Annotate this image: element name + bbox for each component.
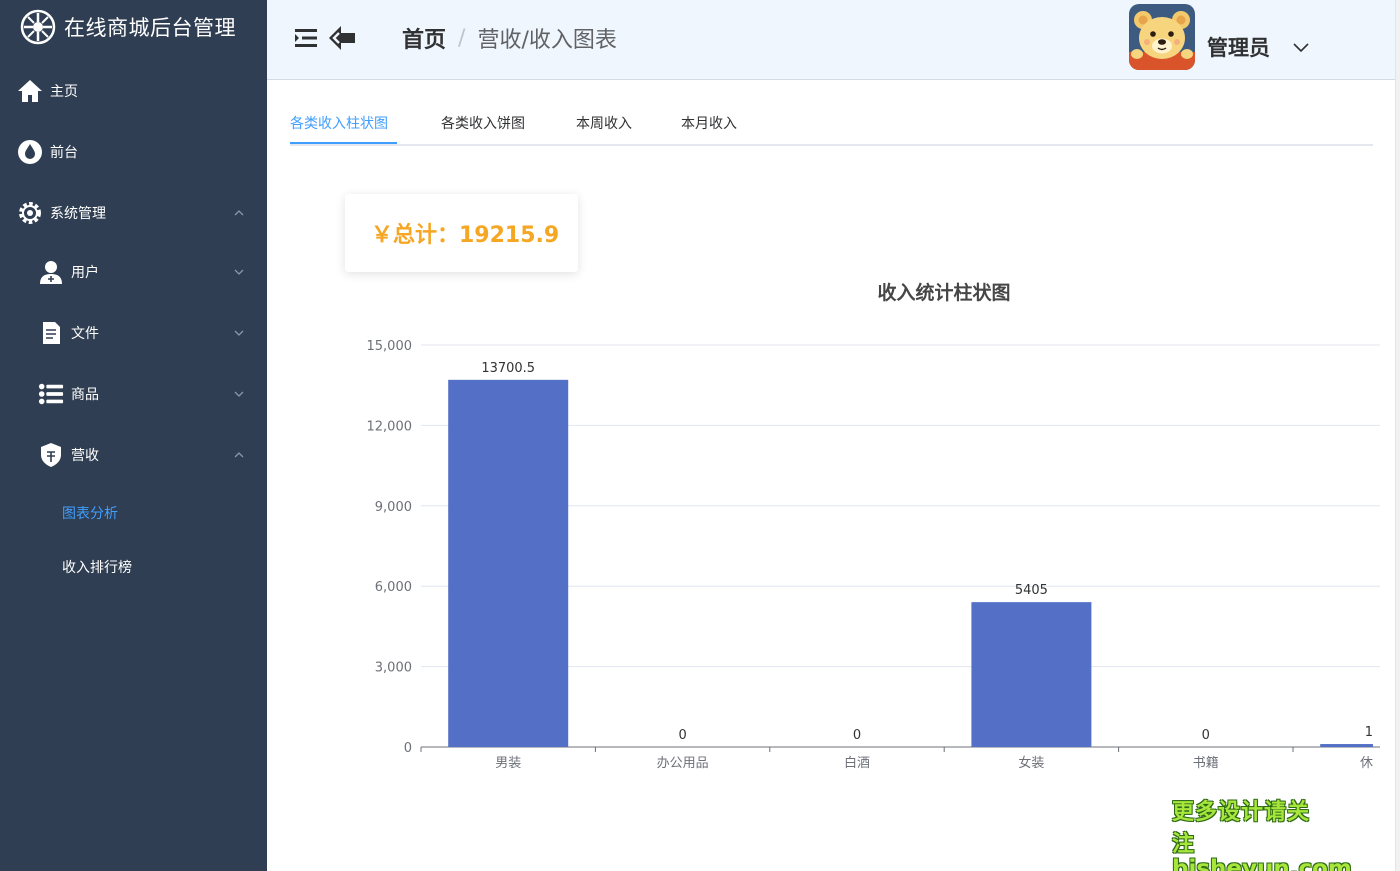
y-tick-label: 3,000	[375, 661, 412, 676]
app-logo[interactable]: 在线商城后台管理	[20, 8, 236, 46]
x-tick-label: 女装	[1018, 755, 1044, 771]
sidebar-item-user[interactable]: 用户	[0, 245, 267, 299]
sidebar-item-revenue[interactable]: 营收	[0, 428, 267, 482]
total-income-value: ￥总计：19215.9	[371, 223, 560, 248]
y-tick-label: 12,000	[367, 419, 413, 434]
sidebar-item-frontend[interactable]: 前台	[0, 125, 267, 179]
back-arrow-icon[interactable]	[327, 22, 359, 54]
watermark: 更多设计请关注 bisheyun.com	[1172, 794, 1352, 871]
sidebar: 在线商城后台管理 主页 前台 系统管理 用户 文件 商品 营收 图表分析 收入排…	[0, 0, 267, 871]
settings-gear-icon	[17, 200, 43, 226]
tab-pie-chart[interactable]: 各类收入饼图	[441, 108, 525, 144]
home-icon	[17, 78, 43, 104]
tab-week-income[interactable]: 本周收入	[576, 108, 632, 144]
page-scrollbar[interactable]	[1395, 0, 1400, 871]
chevron-down-icon	[234, 391, 244, 397]
bar-value-label: 1	[1365, 725, 1373, 740]
sidebar-item-system[interactable]: 系统管理	[0, 186, 267, 240]
x-tick-label: 休	[1360, 756, 1373, 771]
document-icon	[38, 320, 64, 346]
sidebar-item-home[interactable]: 主页	[0, 64, 267, 118]
sidebar-item-label: 营收	[71, 448, 99, 464]
bar-value-label: 0	[678, 728, 686, 743]
user-icon	[38, 259, 64, 285]
bar-value-label: 0	[1202, 728, 1210, 743]
breadcrumb-current: 营收/收入图表	[477, 28, 617, 53]
y-tick-label: 9,000	[375, 500, 412, 515]
bar	[448, 379, 569, 747]
breadcrumb: 首页 / 营收/收入图表	[402, 18, 617, 58]
sidebar-item-goods[interactable]: 商品	[0, 367, 267, 421]
chevron-down-icon[interactable]	[1291, 40, 1311, 54]
x-tick-label: 白酒	[844, 755, 870, 771]
income-bar-chart: 收入统计柱状图 0 3,000 6,000 9,000 12,000 15,000 13700…	[367, 281, 1380, 771]
menu-fold-icon[interactable]	[291, 22, 323, 54]
chevron-down-icon	[234, 330, 244, 336]
breadcrumb-home[interactable]: 首页	[402, 22, 446, 54]
list-icon	[38, 381, 64, 407]
y-tick-label: 15,000	[367, 339, 413, 354]
x-tick-label: 书籍	[1193, 755, 1219, 771]
app-title: 在线商城后台管理	[64, 16, 236, 40]
y-tick-label: 0	[404, 741, 412, 756]
bar	[971, 602, 1092, 747]
bar	[1320, 744, 1373, 747]
chart-tabs: 各类收入柱状图 各类收入饼图 本周收入 本月收入	[290, 108, 1373, 146]
sidebar-item-label: 主页	[50, 84, 78, 100]
watermark-line1: 更多设计请关注	[1172, 800, 1311, 857]
shield-icon	[38, 442, 64, 468]
x-tick-label: 办公用品	[657, 756, 709, 771]
watermark-line2: bisheyun.com	[1172, 856, 1352, 871]
chevron-up-icon	[234, 452, 244, 458]
breadcrumb-separator: /	[458, 25, 466, 51]
y-tick-label: 6,000	[375, 580, 412, 595]
chevron-down-icon	[234, 269, 244, 275]
avatar[interactable]	[1129, 4, 1195, 70]
bar-value-label: 13700.5	[481, 361, 535, 376]
x-tick-label: 男装	[495, 756, 521, 771]
water-drop-icon	[17, 139, 43, 165]
top-header: 首页 / 营收/收入图表 管理员	[267, 0, 1395, 80]
bar-value-label: 5405	[1015, 583, 1048, 598]
chevron-up-icon	[234, 210, 244, 216]
tab-bar-chart[interactable]: 各类收入柱状图	[290, 108, 388, 144]
sidebar-item-label: 系统管理	[50, 206, 106, 222]
sidebar-subitem-label: 收入排行榜	[62, 560, 132, 576]
total-income-card: ￥总计：19215.9	[345, 194, 578, 272]
bar-value-label: 0	[853, 728, 861, 743]
sidebar-item-file[interactable]: 文件	[0, 306, 267, 360]
sidebar-item-label: 前台	[50, 145, 78, 161]
sidebar-subitem-income-ranking[interactable]: 收入排行榜	[0, 544, 267, 590]
bear-avatar-icon	[1129, 4, 1195, 70]
sidebar-item-label: 用户	[71, 265, 99, 281]
sidebar-subitem-label: 图表分析	[62, 506, 118, 522]
sidebar-item-label: 商品	[71, 387, 99, 403]
sidebar-item-label: 文件	[71, 326, 99, 342]
chart-title: 收入统计柱状图	[877, 281, 1010, 304]
sidebar-subitem-chart-analysis[interactable]: 图表分析	[0, 490, 267, 536]
logo-icon	[20, 9, 56, 45]
tab-month-income[interactable]: 本月收入	[681, 108, 737, 144]
tab-active-indicator	[290, 142, 397, 144]
user-name[interactable]: 管理员	[1207, 32, 1270, 62]
